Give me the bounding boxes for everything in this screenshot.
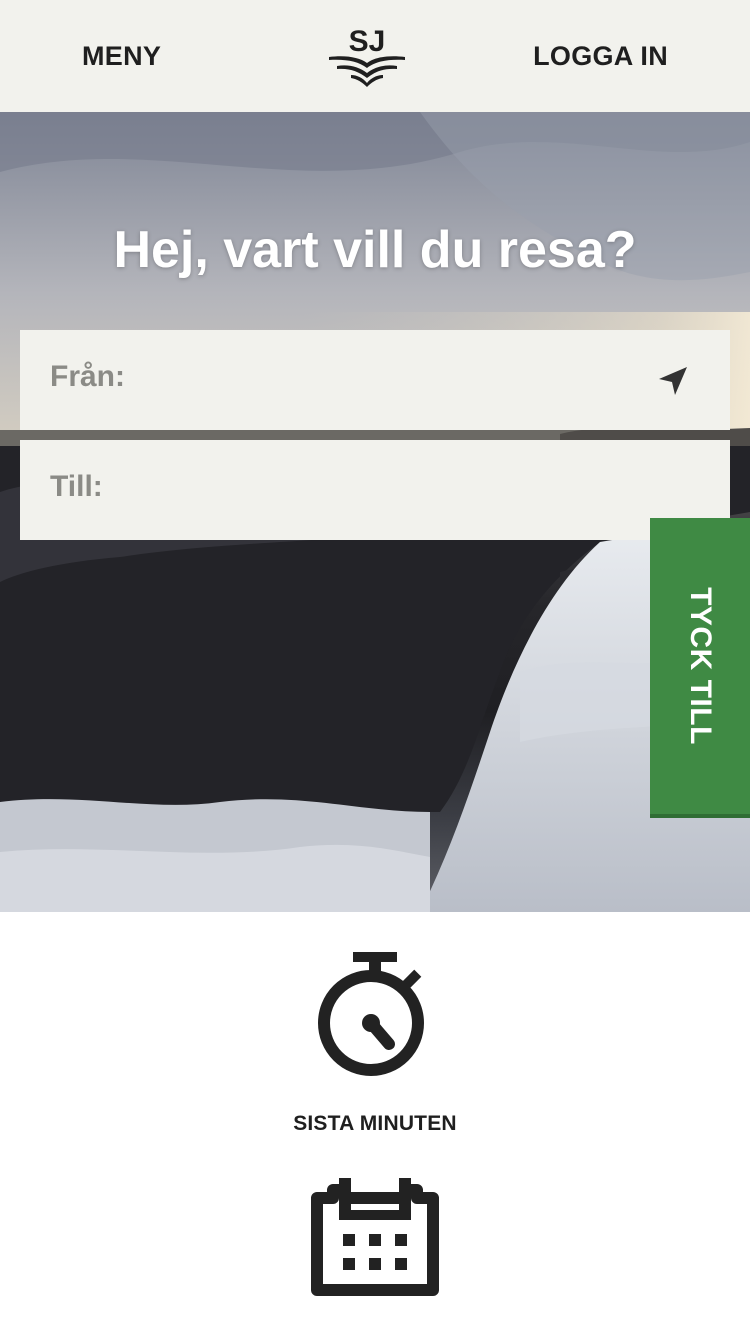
svg-text:SJ: SJ	[349, 25, 386, 58]
feedback-tab[interactable]: TYCK TILL	[650, 518, 750, 818]
stopwatch-icon	[318, 952, 424, 1076]
sj-logo-icon: SJ	[329, 25, 405, 87]
calendar-icon	[311, 1178, 439, 1296]
login-button[interactable]: LOGGA IN	[533, 36, 668, 76]
hero-section: Hej, vart vill du resa? Från: Till:	[0, 112, 750, 912]
sj-logo[interactable]: SJ	[325, 24, 409, 88]
from-field-label: Från:	[50, 360, 125, 393]
menu-button[interactable]: MENY	[82, 36, 161, 76]
calendar-link[interactable]	[0, 1172, 750, 1334]
navigation-arrow-icon[interactable]	[656, 364, 690, 398]
top-bar: MENY SJ LOGGA IN	[0, 0, 750, 112]
to-field-label: Till:	[50, 470, 103, 503]
last-minute-link[interactable]: SISTA MINUTEN	[0, 946, 750, 1146]
last-minute-label: SISTA MINUTEN	[293, 1112, 457, 1135]
feedback-tab-label: TYCK TILL	[684, 587, 717, 745]
to-field[interactable]: Till:	[20, 440, 730, 540]
hero-title: Hej, vart vill du resa?	[113, 221, 637, 279]
from-field[interactable]: Från:	[20, 330, 730, 430]
